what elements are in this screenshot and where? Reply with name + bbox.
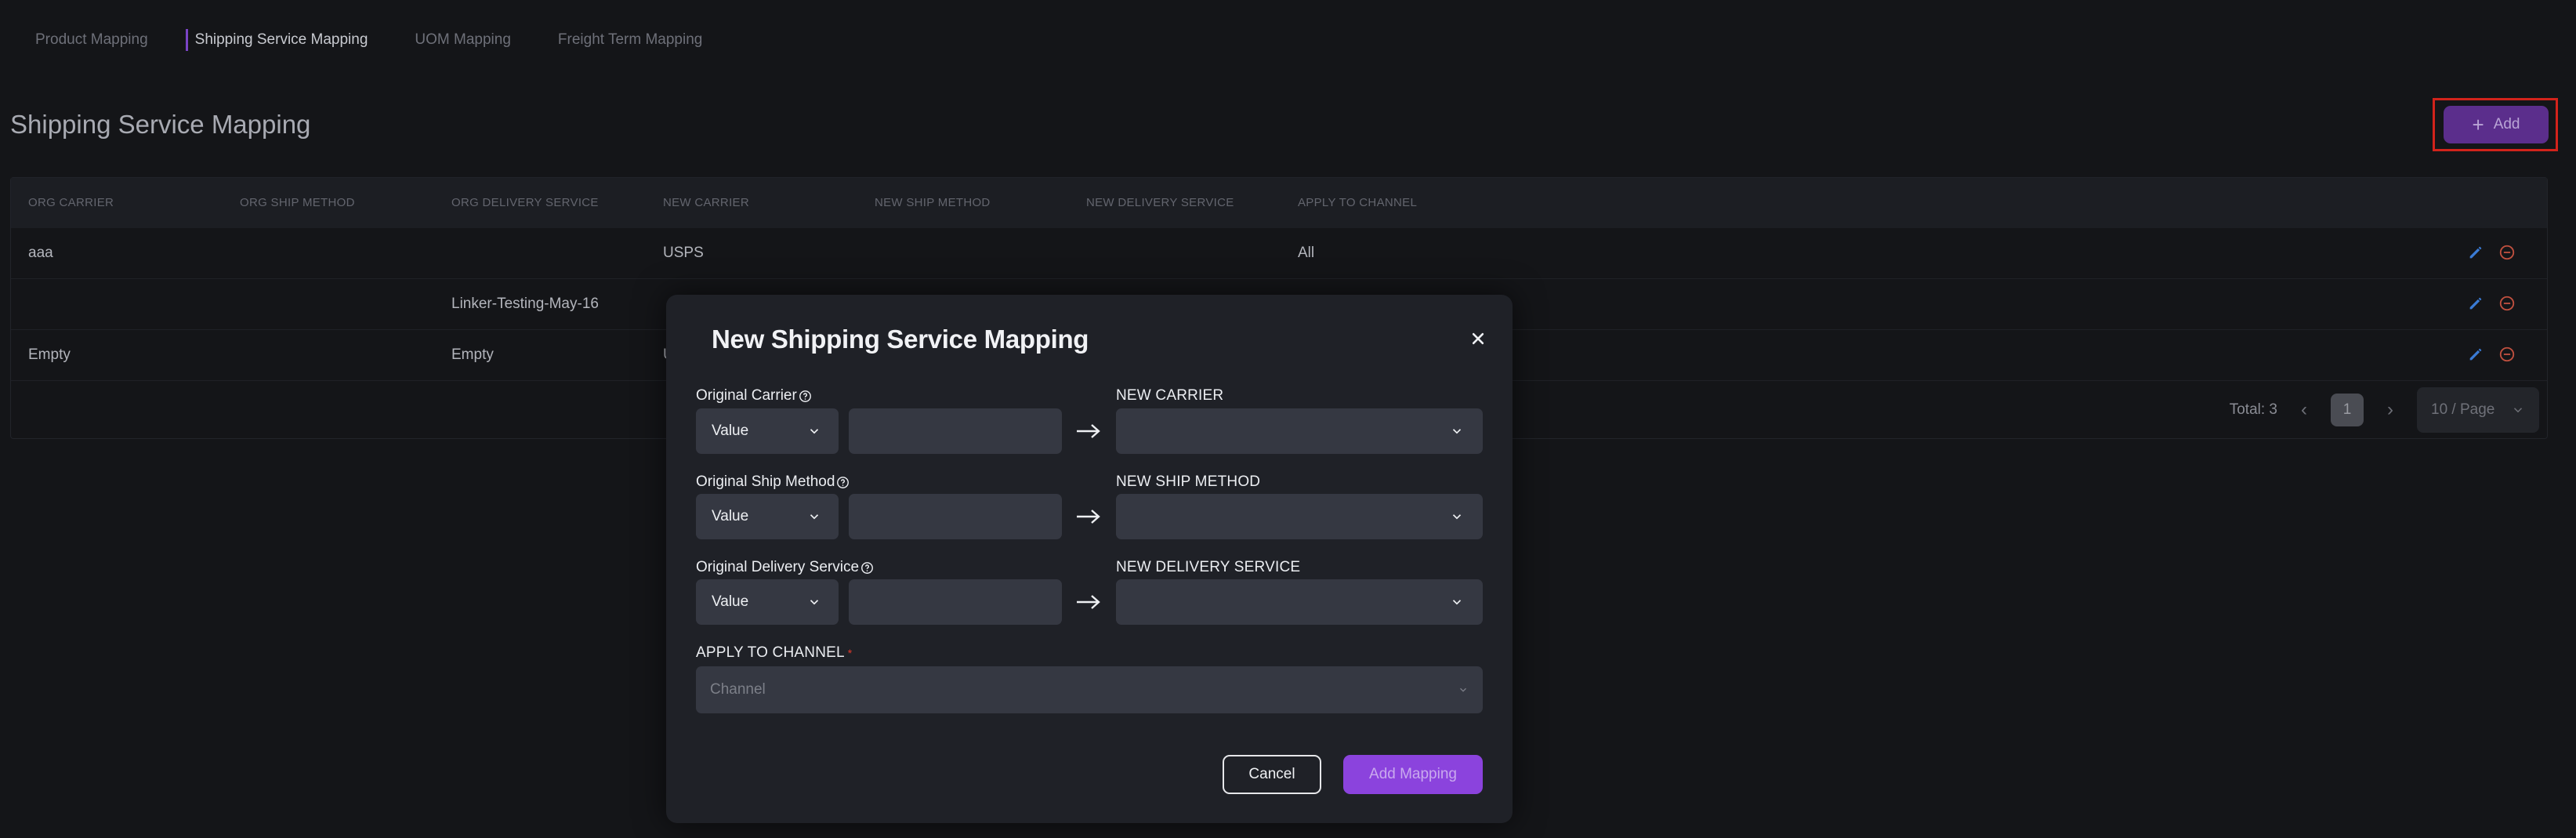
col-org-delivery-service: ORG DELIVERY SERVICE xyxy=(451,196,599,209)
pagination: Total: 3 ‹ 1 › 10 / Page xyxy=(2230,387,2539,433)
cell-org-carrier: aaa xyxy=(28,245,53,261)
original-delivery-service-input[interactable] xyxy=(849,579,1062,625)
row-actions xyxy=(2467,346,2516,363)
cell-org-carrier: Empty xyxy=(28,346,71,363)
channel-select[interactable]: Channel xyxy=(696,666,1483,713)
original-delivery-service-text: Original Delivery Service xyxy=(696,559,860,575)
new-ship-method-select[interactable] xyxy=(1116,494,1483,539)
new-carrier-label: NEW CARRIER xyxy=(1116,387,1224,404)
remove-icon[interactable] xyxy=(2498,295,2516,312)
mapping-tabs: Product Mapping Shipping Service Mapping… xyxy=(0,22,726,58)
prev-page-icon[interactable]: ‹ xyxy=(2296,399,2312,421)
table-header: ORG CARRIER ORG SHIP METHOD ORG DELIVERY… xyxy=(11,178,2547,228)
remove-icon[interactable] xyxy=(2498,346,2516,363)
total-count: Total: 3 xyxy=(2229,401,2277,418)
table-row: aaa USPS All xyxy=(11,228,2547,279)
edit-icon[interactable] xyxy=(2467,244,2484,261)
new-delivery-service-label: NEW DELIVERY SERVICE xyxy=(1116,559,1301,575)
chevron-down-icon xyxy=(2513,408,2523,413)
page-size-select[interactable]: 10 / Page xyxy=(2417,387,2539,433)
close-icon[interactable] xyxy=(1467,328,1489,350)
tab-freight-term-mapping[interactable]: Freight Term Mapping xyxy=(534,22,726,58)
arrow-right-icon xyxy=(1077,510,1100,524)
col-org-carrier: ORG CARRIER xyxy=(28,196,114,209)
arrow-right-icon xyxy=(1077,424,1100,438)
col-apply-to-channel: APPLY TO CHANNEL xyxy=(1298,196,1418,209)
chevron-down-icon xyxy=(1452,429,1462,434)
original-carrier-input[interactable] xyxy=(849,408,1062,454)
chevron-down-icon xyxy=(810,600,819,605)
new-carrier-select[interactable] xyxy=(1116,408,1483,454)
edit-icon[interactable] xyxy=(2467,346,2484,363)
original-carrier-type-select[interactable]: Value xyxy=(696,408,839,454)
cell-org-delivery-service: Empty xyxy=(451,346,494,363)
next-page-icon[interactable]: › xyxy=(2382,399,2398,421)
help-icon[interactable] xyxy=(860,561,874,575)
help-icon[interactable] xyxy=(799,390,812,403)
add-button-label: Add xyxy=(2493,116,2520,132)
edit-icon[interactable] xyxy=(2467,295,2484,312)
page-title: Shipping Service Mapping xyxy=(10,110,311,139)
col-org-ship-method: ORG SHIP METHOD xyxy=(240,196,355,209)
plus-icon: + xyxy=(2472,113,2484,136)
original-ship-method-label: Original Ship Method xyxy=(696,473,850,491)
tab-product-mapping[interactable]: Product Mapping xyxy=(0,22,172,58)
apply-to-channel-text: APPLY TO CHANNEL xyxy=(696,644,845,661)
channel-placeholder: Channel xyxy=(710,681,766,698)
col-new-carrier: NEW CARRIER xyxy=(663,196,749,209)
cell-apply-to-channel: All xyxy=(1298,245,1315,261)
select-value-text: Value xyxy=(712,508,749,524)
col-new-ship-method: NEW SHIP METHOD xyxy=(875,196,991,209)
new-delivery-service-select[interactable] xyxy=(1116,579,1483,625)
apply-to-channel-label: APPLY TO CHANNEL * xyxy=(696,644,852,662)
cell-org-delivery-service: Linker-Testing-May-16 xyxy=(451,296,599,312)
chevron-down-icon xyxy=(810,429,819,434)
original-carrier-text: Original Carrier xyxy=(696,387,797,404)
original-ship-method-type-select[interactable]: Value xyxy=(696,494,839,539)
chevron-down-icon xyxy=(1452,600,1462,605)
chevron-down-icon xyxy=(1460,687,1466,692)
select-value-text: Value xyxy=(712,593,749,610)
tab-shipping-service-mapping[interactable]: Shipping Service Mapping xyxy=(172,22,392,58)
cell-new-carrier: USPS xyxy=(663,245,704,261)
chevron-down-icon xyxy=(810,514,819,520)
cancel-button[interactable]: Cancel xyxy=(1223,755,1321,794)
new-ship-method-label: NEW SHIP METHOD xyxy=(1116,473,1261,490)
new-mapping-modal: New Shipping Service Mapping Original Ca… xyxy=(666,295,1513,823)
select-value-text: Value xyxy=(712,423,749,439)
help-icon[interactable] xyxy=(836,476,850,489)
original-ship-method-input[interactable] xyxy=(849,494,1062,539)
page-number-current[interactable]: 1 xyxy=(2331,394,2364,426)
col-new-delivery-service: NEW DELIVERY SERVICE xyxy=(1086,196,1234,209)
original-ship-method-text: Original Ship Method xyxy=(696,473,835,490)
add-mapping-button[interactable]: Add Mapping xyxy=(1343,755,1483,794)
row-actions xyxy=(2467,295,2516,312)
modal-title: New Shipping Service Mapping xyxy=(712,325,1089,354)
arrow-right-icon xyxy=(1077,595,1100,609)
row-actions xyxy=(2467,244,2516,261)
original-delivery-service-label: Original Delivery Service xyxy=(696,559,874,576)
required-mark: * xyxy=(847,647,853,659)
page-size-value: 10 / Page xyxy=(2431,401,2495,418)
remove-icon[interactable] xyxy=(2498,244,2516,261)
original-delivery-service-type-select[interactable]: Value xyxy=(696,579,839,625)
original-carrier-label: Original Carrier xyxy=(696,387,812,404)
add-button[interactable]: + Add xyxy=(2444,106,2549,143)
chevron-down-icon xyxy=(1452,514,1462,520)
tab-uom-mapping[interactable]: UOM Mapping xyxy=(391,22,534,58)
